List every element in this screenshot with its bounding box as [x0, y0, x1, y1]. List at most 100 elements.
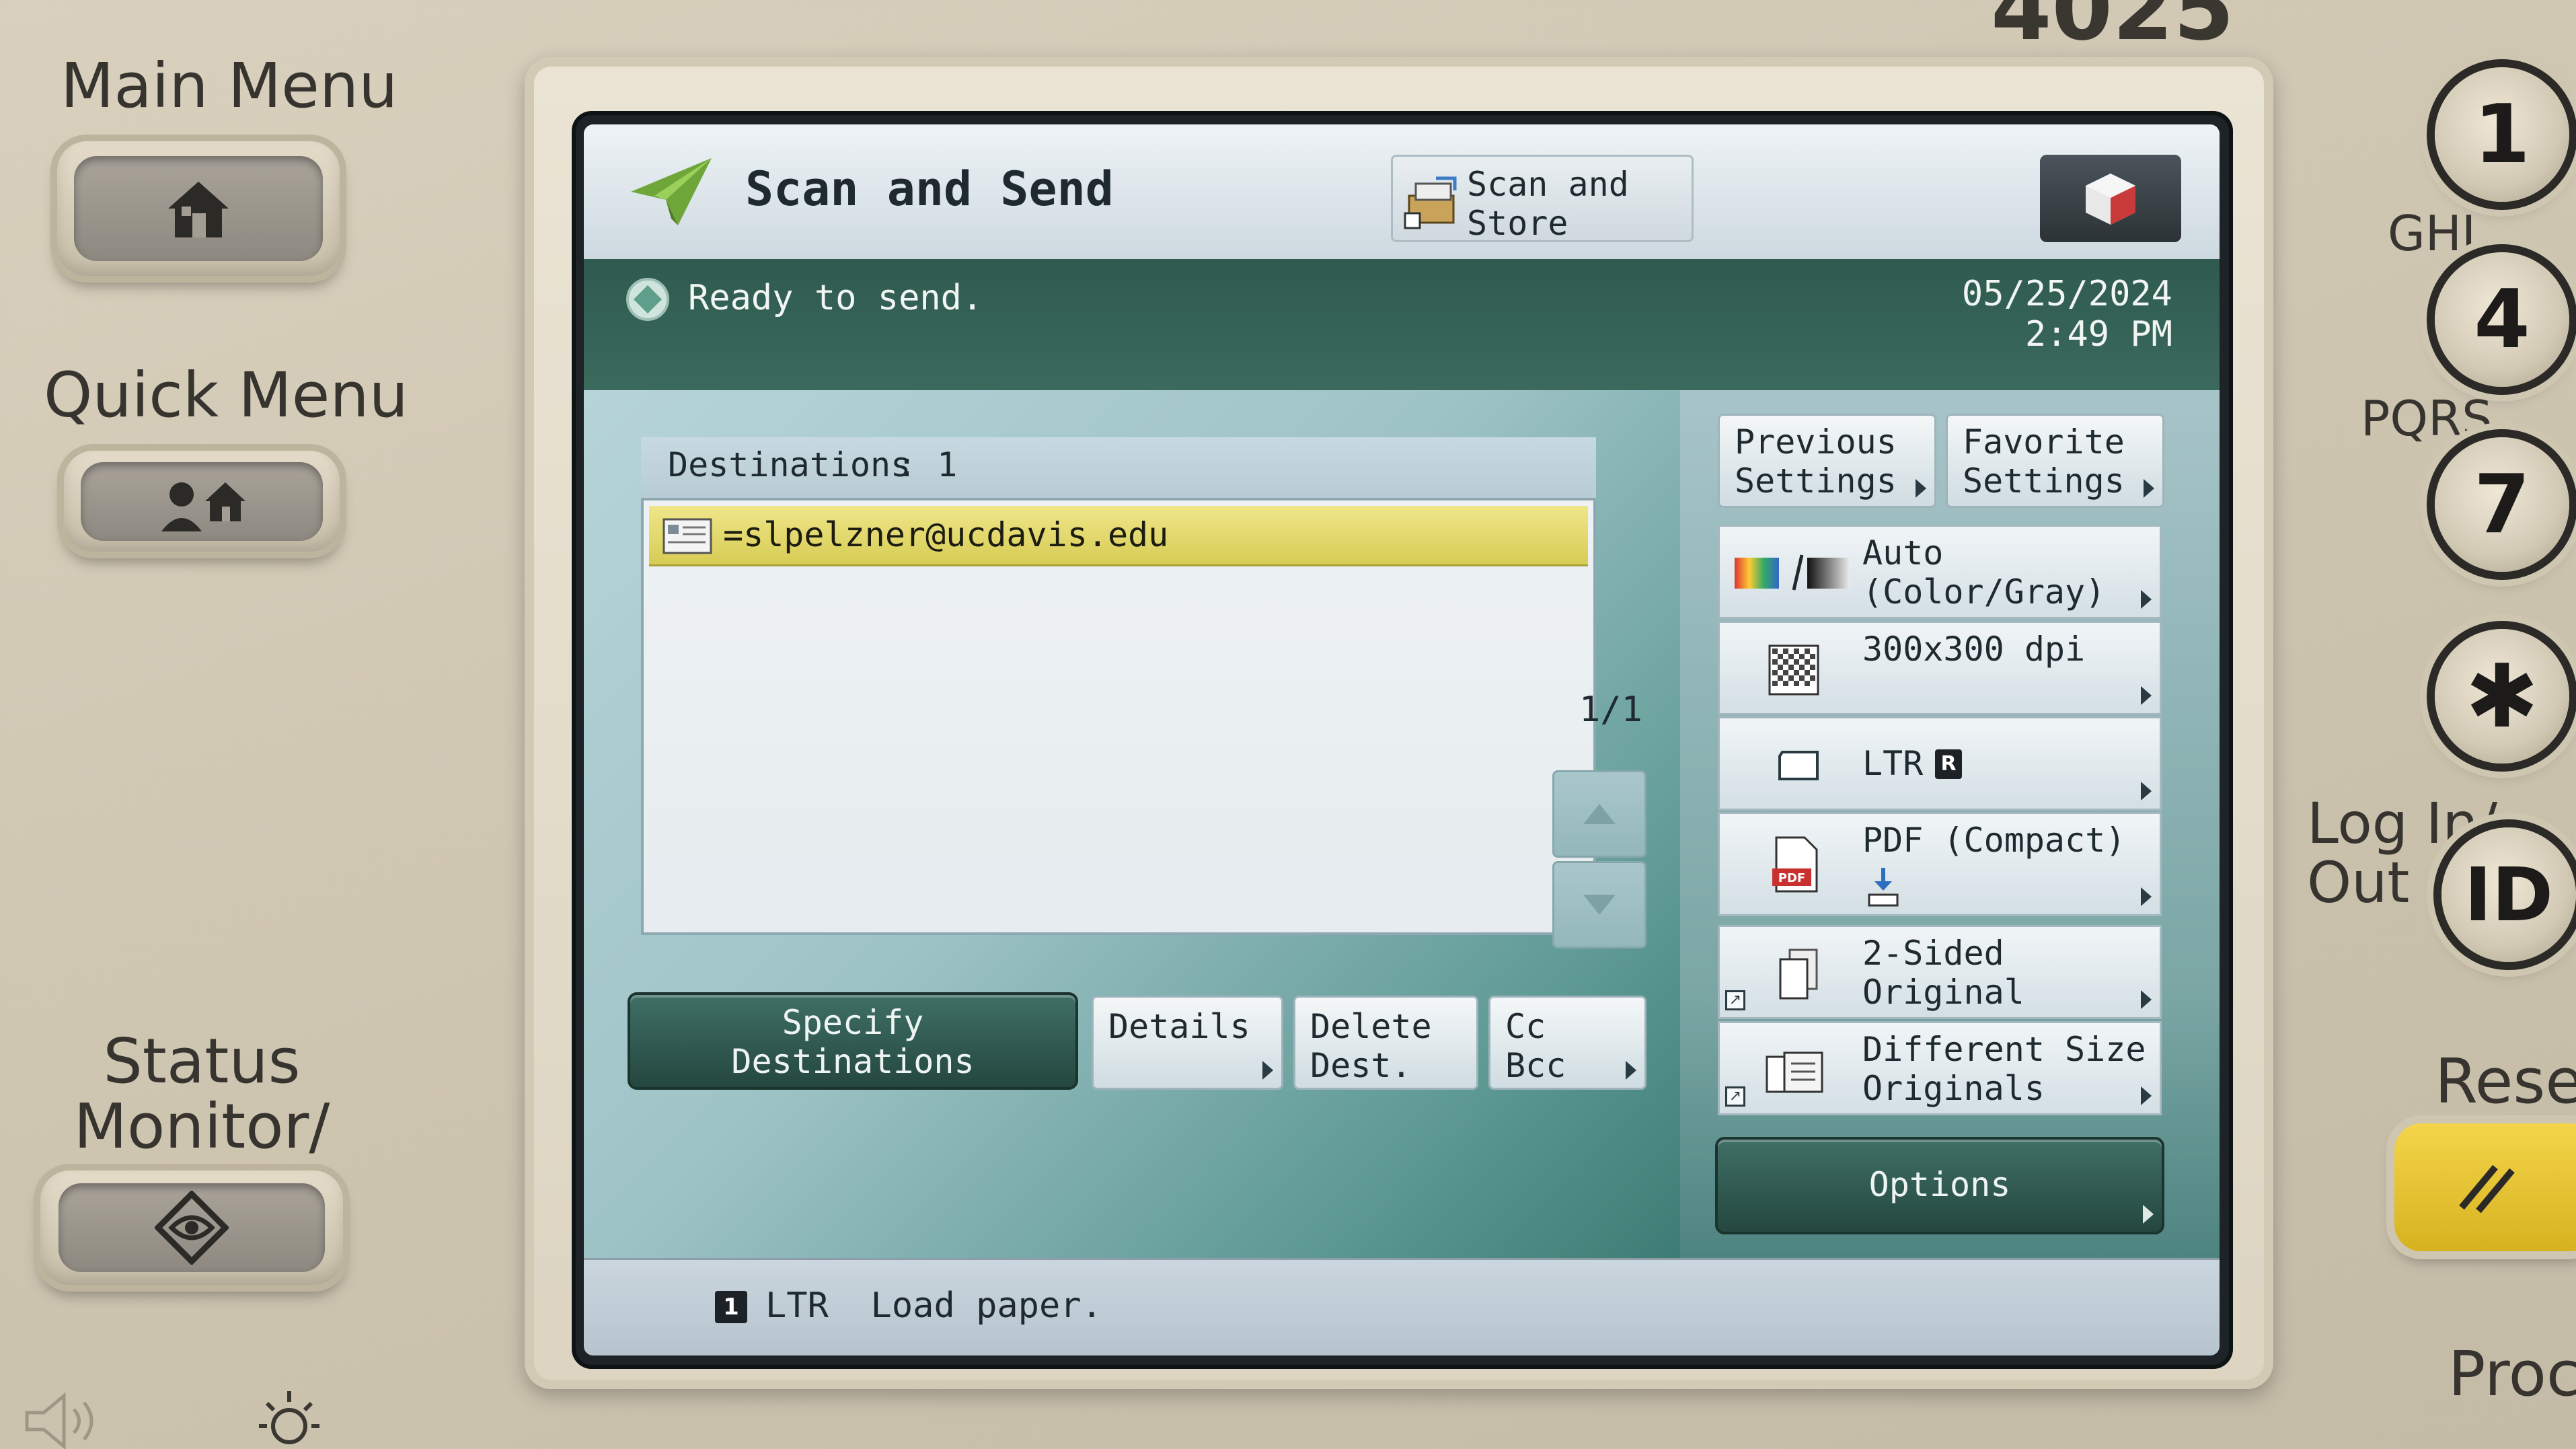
screen-header: Scan and Send Scan and Store — [584, 124, 2220, 259]
destination-list: =slpelzner@ucdavis.edu — [641, 498, 1596, 935]
scroll-up-button[interactable] — [1552, 770, 1646, 858]
specify-destinations-button[interactable]: Specify Destinations — [628, 992, 1078, 1090]
delete-dest-label: Delete Dest. — [1310, 1007, 1432, 1085]
caret-right-icon — [2141, 990, 2152, 1009]
favorite-settings-label: Favorite Settings — [1963, 422, 2125, 500]
caret-right-icon — [2144, 479, 2154, 498]
destinations-count: : 1 — [897, 445, 958, 484]
favorite-settings-button[interactable]: Favorite Settings — [1946, 414, 2164, 508]
file-format-setting[interactable]: PDF PDF (Compact) — [1718, 812, 2162, 916]
expand-corner-icon: ↗ — [1725, 1086, 1745, 1107]
page-indicator: 1/1 — [1579, 690, 1642, 730]
caret-right-icon — [2141, 686, 2152, 705]
caret-right-icon — [2141, 887, 2152, 906]
quick-menu-button[interactable] — [64, 451, 340, 552]
scan-and-store-label: Scan and Store — [1467, 165, 1629, 243]
cc-bcc-button[interactable]: Cc Bcc — [1488, 996, 1646, 1090]
quick-menu-icon — [161, 482, 245, 531]
ready-status-icon — [626, 278, 669, 321]
specify-destinations-label: Specify Destinations — [731, 1003, 975, 1081]
scan-and-store-button[interactable]: Scan and Store — [1391, 155, 1694, 243]
main-menu-cube-button[interactable] — [2040, 155, 2181, 242]
pdf-file-icon: PDF — [1768, 834, 1822, 895]
keypad-key-7[interactable]: 7 — [2435, 437, 2569, 572]
caret-right-icon — [1916, 479, 1926, 498]
status-time: 2:49 PM — [2024, 314, 2172, 355]
cc-bcc-label: Cc Bcc — [1505, 1007, 1566, 1085]
keypad-letters-pqrs: PQRS — [2361, 390, 2493, 447]
destinations-header: Destinations : 1 — [641, 437, 1596, 498]
destinations-label: Destinations — [668, 445, 911, 484]
key-star-label: ✱ — [2465, 645, 2539, 747]
paper-drawer-badge: 1 — [715, 1291, 747, 1323]
resolution-icon — [1767, 643, 1821, 697]
reset-button[interactable] — [2394, 1123, 2576, 1251]
two-sided-label: 2-Sided Original — [1862, 934, 2024, 1012]
keypad-letters-ghi: GHI — [2388, 205, 2476, 262]
previous-settings-label: Previous Settings — [1735, 422, 1897, 500]
details-button[interactable]: Details — [1092, 996, 1283, 1090]
status-bar: Ready to send. 05/25/2024 2:49 PM — [584, 259, 2220, 390]
screen-title: Scan and Send — [745, 161, 1114, 217]
different-size-originals-setting[interactable]: Different Size Originals ↗ — [1718, 1021, 2162, 1115]
two-sided-icon — [1775, 947, 1822, 1001]
rotated-badge: R — [1935, 749, 1962, 779]
process-label: Proce — [2448, 1338, 2576, 1410]
id-key-label: ID — [2464, 852, 2554, 938]
touch-screen: Scan and Send Scan and Store Ready to se… — [584, 124, 2220, 1355]
home-icon — [168, 182, 229, 237]
paper-size-icon — [1775, 749, 1822, 782]
volume-icon — [25, 1392, 93, 1449]
previous-settings-button[interactable]: Previous Settings — [1718, 414, 1936, 508]
compact-download-icon — [1868, 868, 1899, 907]
destination-email: =slpelzner@ucdavis.edu — [723, 515, 1169, 554]
scroll-down-button[interactable] — [1552, 861, 1646, 949]
main-menu-button[interactable] — [57, 141, 340, 276]
caret-right-icon — [1626, 1061, 1636, 1080]
arrow-down-icon — [1583, 895, 1616, 915]
different-size-icon — [1764, 1049, 1825, 1096]
brightness-icon — [259, 1391, 319, 1444]
status-footer: 1 LTR Load paper. — [584, 1258, 2220, 1355]
different-size-label: Different Size Originals — [1862, 1030, 2146, 1108]
caret-right-icon — [2141, 1086, 2152, 1105]
two-sided-original-setting[interactable]: 2-Sided Original ↗ — [1718, 925, 2162, 1019]
color-mode-setting[interactable]: Auto (Color/Gray) — [1718, 525, 2162, 619]
destination-row-selected[interactable]: =slpelzner@ucdavis.edu — [649, 506, 1588, 566]
color-mode-label: Auto (Color/Gray) — [1862, 533, 2106, 611]
send-paper-plane-icon — [631, 158, 712, 225]
reset-label: Reset — [2435, 1045, 2576, 1117]
caret-right-icon — [1262, 1061, 1273, 1080]
cube-icon — [2086, 174, 2135, 225]
key-7-label: 7 — [2474, 457, 2530, 552]
key-1-label: 1 — [2474, 87, 2530, 182]
svg-text:PDF: PDF — [1778, 871, 1805, 885]
email-address-icon — [662, 518, 712, 554]
options-button[interactable]: Options — [1715, 1137, 2164, 1234]
delete-dest-button[interactable]: Delete Dest. — [1293, 996, 1478, 1090]
status-message: Ready to send. — [688, 278, 983, 318]
resolution-label: 300x300 dpi — [1862, 630, 2086, 669]
status-monitor-icon — [155, 1191, 229, 1265]
keypad-key-4[interactable]: 4 — [2435, 252, 2569, 387]
quick-menu-label: Quick Menu — [44, 359, 408, 431]
paper-size-setting[interactable]: LTR R — [1718, 716, 2162, 811]
options-label: Options — [1868, 1165, 2011, 1204]
keypad-key-star[interactable]: ✱ — [2435, 629, 2569, 764]
reset-icon — [2459, 1164, 2515, 1214]
resolution-setting[interactable]: 300x300 dpi — [1718, 621, 2162, 715]
status-date: 05/25/2024 — [1961, 274, 2172, 314]
model-number: 4025 — [1991, 0, 2234, 60]
status-monitor-cancel-button[interactable] — [40, 1171, 343, 1285]
footer-message: LTR Load paper. — [765, 1286, 1102, 1326]
caret-right-icon — [2141, 782, 2152, 801]
details-label: Details — [1108, 1007, 1250, 1046]
caret-right-icon — [2143, 1205, 2154, 1224]
expand-corner-icon: ↗ — [1725, 990, 1745, 1010]
color-mode-icon — [1732, 552, 1853, 593]
file-format-label: PDF (Compact) — [1862, 821, 2126, 860]
keypad-key-1[interactable]: 1 — [2435, 67, 2569, 202]
paper-size-label: LTR — [1862, 744, 1924, 783]
scan-and-store-icon — [1404, 176, 1457, 229]
log-in-out-button[interactable]: ID — [2441, 827, 2576, 962]
